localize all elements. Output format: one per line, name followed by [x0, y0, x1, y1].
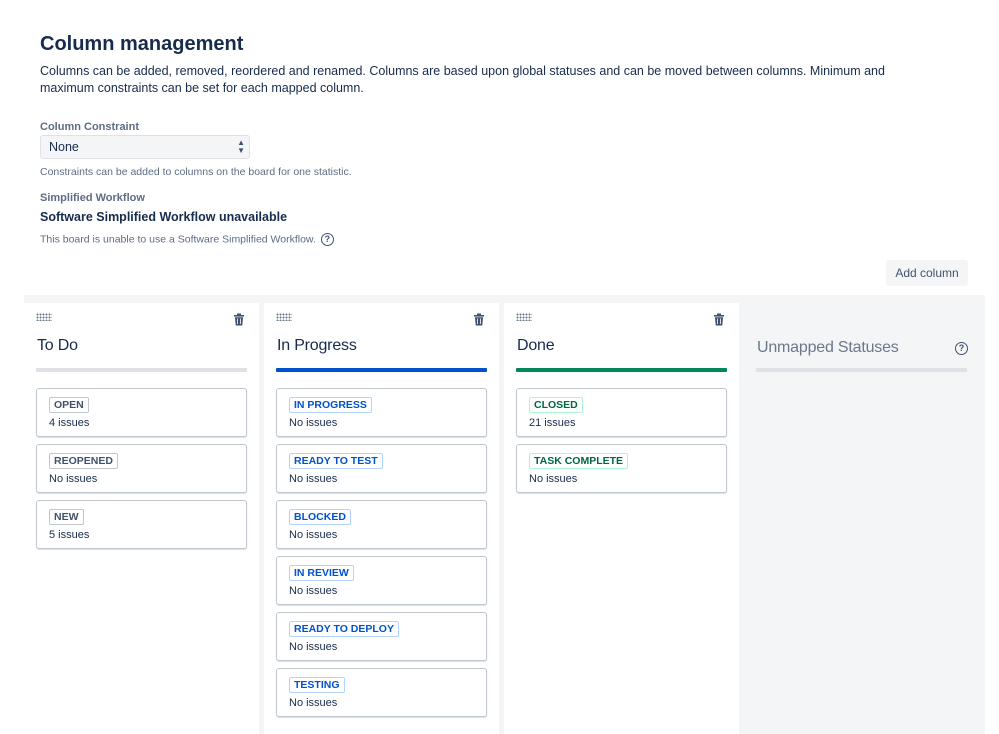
page-title: Column management [40, 33, 244, 55]
trash-icon[interactable] [473, 313, 485, 326]
status-lozenge: REOPENED [49, 453, 118, 469]
status-card[interactable]: REOPENED No issues [36, 444, 247, 493]
column-done[interactable]: Done CLOSED 21 issues TASK COMPLETE No i… [504, 303, 739, 734]
status-card[interactable]: IN PROGRESS No issues [276, 388, 487, 437]
trash-icon[interactable] [713, 313, 725, 326]
status-lozenge: IN PROGRESS [289, 397, 372, 413]
simplified-workflow-helper-text: This board is unable to use a Software S… [40, 233, 316, 246]
status-card[interactable]: NEW 5 issues [36, 500, 247, 549]
drag-handle-icon[interactable] [516, 313, 532, 321]
status-card[interactable]: TASK COMPLETE No issues [516, 444, 727, 493]
status-issue-count: No issues [289, 697, 338, 709]
column-constraint-helper: Constraints can be added to columns on t… [40, 166, 352, 178]
status-issue-count: 4 issues [49, 417, 90, 429]
drag-handle-icon[interactable] [36, 313, 52, 321]
column-unmapped-statuses: Unmapped Statuses ? [744, 295, 985, 734]
column-todo[interactable]: To Do OPEN 4 issues REOPENED No issues N… [24, 303, 259, 734]
help-icon[interactable]: ? [320, 233, 334, 246]
trash-icon[interactable] [233, 313, 245, 326]
status-card[interactable]: READY TO TEST No issues [276, 444, 487, 493]
column-title: Unmapped Statuses [757, 339, 899, 356]
status-lozenge: READY TO DEPLOY [289, 621, 399, 637]
column-color-bar [36, 368, 247, 372]
status-issue-count: No issues [529, 473, 578, 485]
chevron-up-down-icon: ▲ ▼ [237, 138, 245, 155]
simplified-workflow-title: Software Simplified Workflow unavailable [40, 210, 288, 224]
status-issue-count: No issues [289, 417, 338, 429]
column-color-bar [276, 368, 487, 372]
column-title[interactable]: In Progress [277, 337, 357, 355]
status-card[interactable]: OPEN 4 issues [36, 388, 247, 437]
status-lozenge: IN REVIEW [289, 565, 354, 581]
status-issue-count: No issues [289, 585, 338, 597]
status-issue-count: No issues [289, 641, 338, 653]
help-icon[interactable]: ? [955, 342, 968, 356]
status-card[interactable]: TESTING No issues [276, 668, 487, 717]
status-issue-count: No issues [49, 473, 98, 485]
column-color-bar [516, 368, 727, 372]
unmapped-help: ? [955, 340, 968, 358]
status-lozenge: CLOSED [529, 397, 583, 413]
column-constraint-select[interactable]: None ▲ ▼ [40, 135, 250, 159]
status-issue-count: 5 issues [49, 529, 90, 541]
status-card[interactable]: READY TO DEPLOY No issues [276, 612, 487, 661]
column-title[interactable]: Done [517, 337, 555, 355]
column-constraint-label: Column Constraint [40, 121, 139, 133]
status-issue-count: 21 issues [529, 417, 576, 429]
drag-handle-icon[interactable] [276, 313, 292, 321]
simplified-workflow-label: Simplified Workflow [40, 192, 145, 204]
status-lozenge: NEW [49, 509, 84, 525]
status-lozenge: TASK COMPLETE [529, 453, 629, 469]
status-lozenge: OPEN [49, 397, 89, 413]
status-lozenge: READY TO TEST [289, 453, 383, 469]
page-description: Columns can be added, removed, reordered… [40, 64, 885, 95]
status-lozenge: TESTING [289, 677, 345, 693]
status-issue-count: No issues [289, 529, 338, 541]
add-column-button[interactable]: Add column [886, 260, 968, 286]
column-constraint-value: None [49, 140, 79, 154]
status-card[interactable]: IN REVIEW No issues [276, 556, 487, 605]
column-title[interactable]: To Do [37, 337, 78, 355]
status-issue-count: No issues [289, 473, 338, 485]
status-lozenge: BLOCKED [289, 509, 351, 525]
simplified-workflow-helper: This board is unable to use a Software S… [40, 233, 334, 246]
column-in-progress[interactable]: In Progress IN PROGRESS No issues READY … [264, 303, 499, 734]
column-color-bar [756, 368, 967, 372]
status-card[interactable]: BLOCKED No issues [276, 500, 487, 549]
status-card[interactable]: CLOSED 21 issues [516, 388, 727, 437]
board: To Do OPEN 4 issues REOPENED No issues N… [24, 295, 985, 734]
